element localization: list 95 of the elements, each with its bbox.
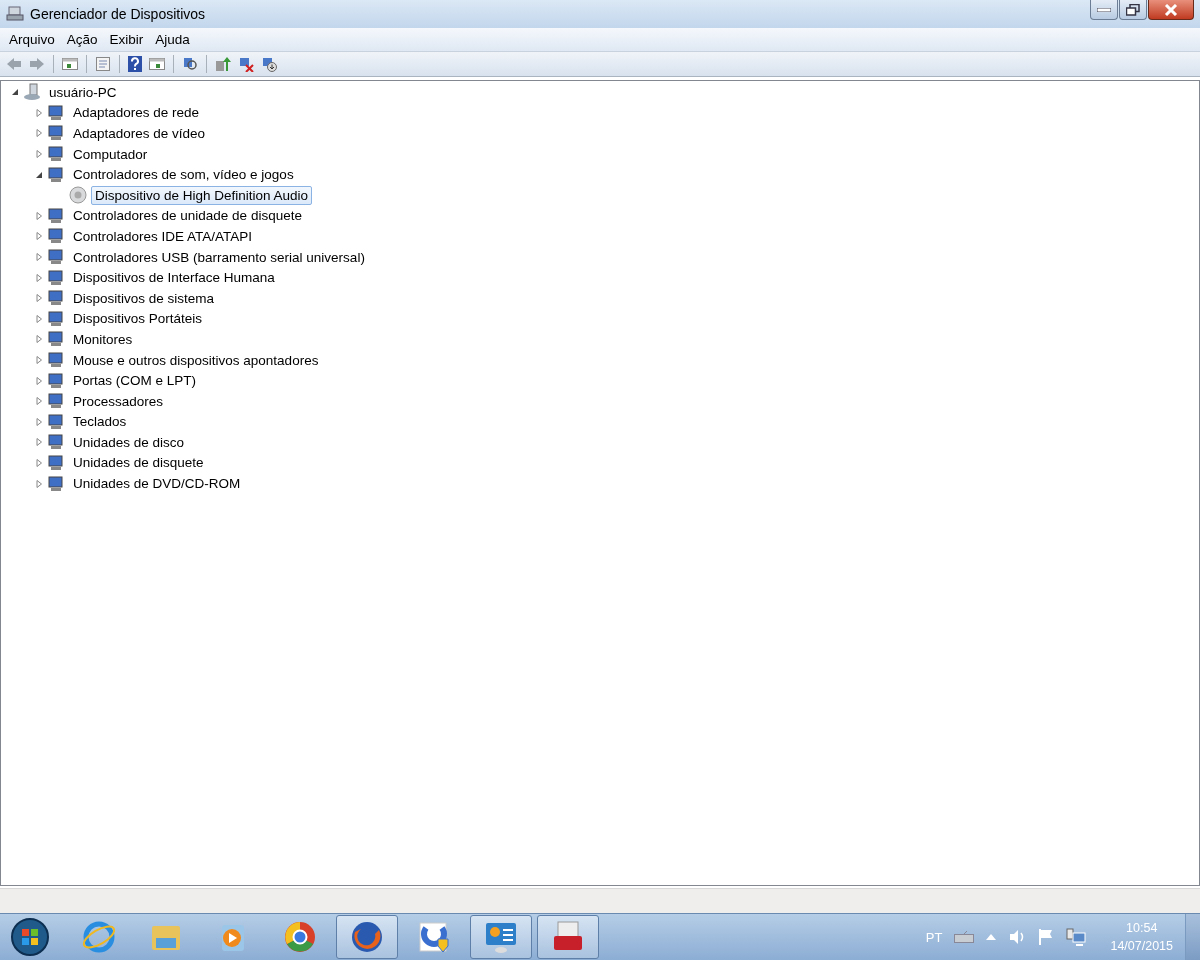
restore-button[interactable] (1119, 0, 1147, 20)
expand-arrow-icon[interactable] (35, 232, 43, 241)
back-arrow-icon[interactable] (6, 57, 22, 71)
menu-item[interactable]: Ação (60, 30, 104, 49)
expand-arrow-icon[interactable] (35, 129, 43, 138)
expand-arrow-icon[interactable] (35, 376, 43, 385)
device-icon (47, 351, 65, 369)
tree-item[interactable]: Adaptadores de rede (69, 103, 204, 123)
expand-arrow-icon[interactable] (35, 108, 43, 117)
taskbar-button[interactable] (336, 915, 398, 959)
expand-arrow-icon[interactable] (35, 417, 43, 426)
speaker-icon (69, 186, 87, 205)
network-icon[interactable] (1066, 928, 1087, 946)
window-title: Gerenciador de Dispositivos (30, 6, 206, 22)
expand-arrow-icon[interactable] (35, 294, 43, 303)
show-desktop-button[interactable] (1185, 914, 1200, 960)
expand-arrow-icon[interactable] (35, 459, 43, 467)
expand-arrow-icon[interactable] (35, 253, 43, 262)
expand-arrow-icon[interactable] (35, 356, 43, 364)
device-icon (47, 289, 65, 308)
device-icon (47, 412, 65, 431)
app-icon (416, 920, 452, 954)
flag-icon[interactable] (1038, 928, 1055, 946)
taskbar-button[interactable] (470, 915, 532, 959)
start-button[interactable] (10, 917, 50, 957)
close-button[interactable] (1148, 0, 1194, 20)
device-icon (47, 145, 65, 164)
taskbar-button[interactable] (537, 915, 599, 959)
tree-item[interactable]: Controladores de som, vídeo e jogos (69, 165, 298, 185)
device-icon (47, 227, 65, 246)
tree-item[interactable]: Dispositivo de High Definition Audio (91, 185, 313, 205)
menu-item[interactable]: Arquivo (3, 30, 61, 49)
device-icon (47, 330, 65, 349)
device-icon (47, 103, 65, 122)
uninstall-icon[interactable] (238, 56, 254, 72)
tree-item[interactable]: Teclados (69, 412, 131, 432)
expand-arrow-icon[interactable] (35, 335, 43, 344)
device-manager-icon (6, 6, 24, 22)
device-icon (47, 392, 65, 411)
device-icon (47, 309, 65, 328)
tree-item[interactable]: Portas (COM e LPT) (69, 371, 201, 391)
properties-icon[interactable] (95, 56, 111, 72)
expand-arrow-icon[interactable] (35, 314, 43, 323)
tree-item[interactable]: Mouse e outros dispositivos apontadores (69, 350, 323, 370)
expand-arrow-icon[interactable] (35, 273, 43, 282)
disable-device-icon[interactable] (261, 56, 277, 72)
expand-arrow-icon[interactable] (35, 211, 43, 220)
expand-arrow-icon[interactable] (35, 438, 43, 447)
show-hidden-icons-icon[interactable] (986, 934, 997, 940)
device-icon (47, 371, 65, 390)
device-icon (47, 454, 65, 472)
expand-arrow-icon[interactable] (35, 397, 43, 406)
tree-item[interactable]: Unidades de disquete (69, 453, 208, 473)
app-icon (282, 920, 318, 954)
tree-item[interactable]: Monitores (69, 329, 137, 349)
expand-arrow-icon[interactable] (35, 479, 43, 488)
help-icon[interactable] (128, 56, 142, 72)
tree-item[interactable]: Dispositivos de Interface Humana (69, 268, 279, 288)
tree-item[interactable]: Processadores (69, 391, 168, 411)
tree-item[interactable]: Dispositivos de sistema (69, 288, 219, 308)
minimize-icon (1097, 7, 1111, 12)
tree-item[interactable]: Unidades de DVD/CD-ROM (69, 474, 245, 494)
app-icon (81, 920, 117, 954)
menu-item[interactable]: Ajuda (149, 30, 196, 49)
tree-item[interactable]: Dispositivos Portáteis (69, 309, 207, 329)
close-icon (1164, 3, 1178, 16)
device-icon (47, 206, 65, 225)
tree-item[interactable]: Unidades de disco (69, 432, 189, 452)
tree-item[interactable]: Controladores USB (barramento serial universal) (69, 247, 369, 267)
device-icon (47, 268, 65, 287)
app-icon (349, 920, 385, 954)
forward-arrow-icon[interactable] (29, 57, 45, 71)
expand-arrow-icon[interactable] (35, 150, 43, 159)
tree-item[interactable]: Adaptadores de vídeo (69, 124, 210, 143)
device-icon (47, 165, 65, 184)
computer-icon (23, 83, 41, 102)
device-icon (47, 124, 65, 143)
tree-item[interactable]: Computador (69, 144, 152, 164)
minimize-button[interactable] (1090, 0, 1118, 20)
tree-item[interactable]: Controladores de unidade de disquete (69, 206, 306, 226)
device-icon (47, 248, 65, 267)
tree-item[interactable]: usuário-PC (45, 82, 121, 102)
restore-icon (1126, 3, 1140, 16)
device-icon (47, 474, 65, 493)
app-icon (483, 920, 519, 954)
collapse-arrow-icon[interactable] (35, 170, 43, 179)
action-pane-icon[interactable] (149, 57, 165, 71)
keyboard-icon[interactable] (954, 931, 975, 943)
device-icon (47, 433, 65, 452)
menu-item[interactable]: Exibir (103, 30, 150, 49)
console-tree-icon[interactable] (62, 57, 78, 71)
tree-item[interactable]: Controladores IDE ATA/ATAPI (69, 226, 257, 246)
scan-hardware-icon[interactable] (182, 56, 198, 72)
collapse-arrow-icon[interactable] (11, 88, 19, 97)
update-driver-icon[interactable] (215, 56, 231, 72)
